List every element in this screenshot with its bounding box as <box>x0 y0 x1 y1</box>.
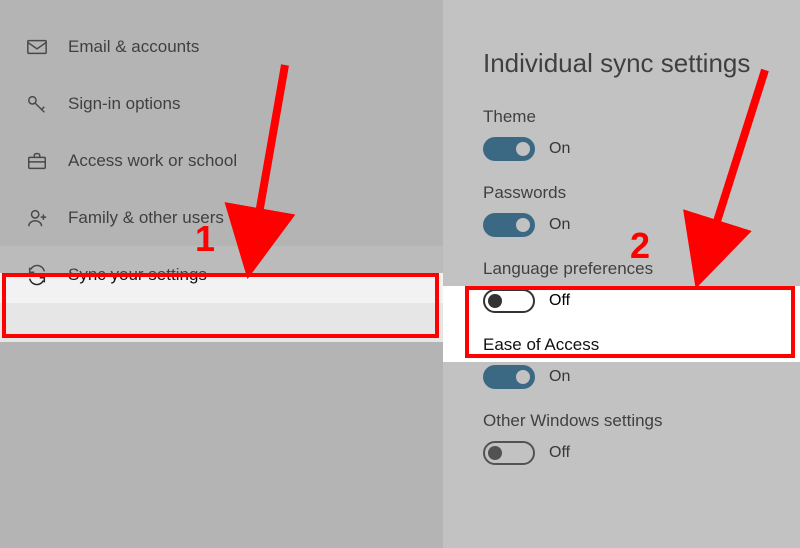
sidebar-item-label: Email & accounts <box>68 37 199 57</box>
setting-label: Other Windows settings <box>483 411 780 431</box>
setting-label: Ease of Access <box>483 335 780 355</box>
toggle-state-text: On <box>549 140 570 158</box>
toggle-state-text: On <box>549 216 570 234</box>
setting-theme: Theme On <box>483 107 780 161</box>
sync-icon <box>26 264 48 286</box>
key-icon <box>26 93 48 115</box>
sidebar-item-access-work-school[interactable]: Access work or school <box>0 132 443 189</box>
sidebar-item-label: Family & other users <box>68 208 224 228</box>
accounts-sidebar: Email & accounts Sign-in options Access … <box>0 0 443 548</box>
section-heading: Individual sync settings <box>483 48 780 79</box>
sidebar-item-email-accounts[interactable]: Email & accounts <box>0 18 443 75</box>
toggle-passwords[interactable] <box>483 213 535 237</box>
toggle-theme[interactable] <box>483 137 535 161</box>
toggle-state-text: On <box>549 368 570 386</box>
sidebar-item-label: Sign-in options <box>68 94 180 114</box>
sync-settings-panel: Individual sync settings Theme On Passwo… <box>443 0 800 548</box>
sidebar-item-label: Access work or school <box>68 151 237 171</box>
sidebar-item-signin-options[interactable]: Sign-in options <box>0 75 443 132</box>
setting-other-windows: Other Windows settings Off <box>483 411 780 465</box>
toggle-language-preferences[interactable] <box>483 289 535 313</box>
setting-label: Theme <box>483 107 780 127</box>
toggle-ease-of-access[interactable] <box>483 365 535 389</box>
briefcase-icon <box>26 150 48 172</box>
setting-label: Passwords <box>483 183 780 203</box>
person-add-icon <box>26 207 48 229</box>
setting-label: Language preferences <box>483 259 780 279</box>
sidebar-item-sync-settings[interactable]: Sync your settings <box>0 246 443 303</box>
setting-language-preferences: Language preferences Off <box>483 259 780 313</box>
toggle-state-text: Off <box>549 292 570 310</box>
mail-icon <box>26 36 48 58</box>
toggle-other-windows[interactable] <box>483 441 535 465</box>
settings-screenshot: Email & accounts Sign-in options Access … <box>0 0 800 548</box>
toggle-state-text: Off <box>549 444 570 462</box>
setting-passwords: Passwords On <box>483 183 780 237</box>
sidebar-item-family-other-users[interactable]: Family & other users <box>0 189 443 246</box>
setting-ease-of-access: Ease of Access On <box>483 335 780 389</box>
sidebar-item-label: Sync your settings <box>68 265 207 285</box>
